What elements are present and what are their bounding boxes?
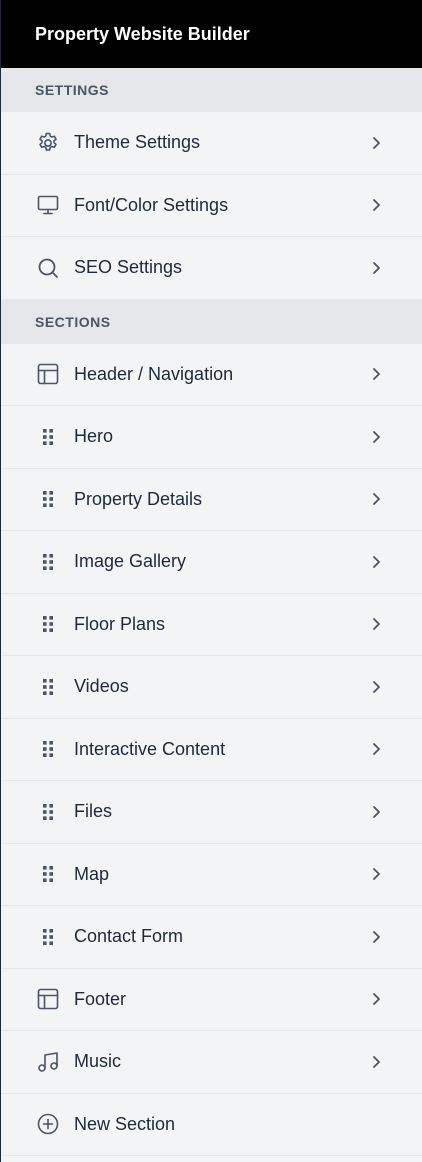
monitor-icon: [35, 192, 61, 218]
drag-handle-icon[interactable]: [35, 424, 61, 450]
menu-item-floor-plans[interactable]: Floor Plans: [1, 593, 422, 656]
gear-icon: [35, 130, 61, 156]
menu-item-music[interactable]: Music: [1, 1031, 422, 1094]
chevron-right-icon: [368, 366, 384, 382]
menu-item-theme-settings[interactable]: Theme Settings: [1, 112, 422, 175]
chevron-right-icon: [368, 804, 384, 820]
menu-item-contact-form[interactable]: Contact Form: [1, 906, 422, 969]
layout-icon: [35, 361, 61, 387]
new-section-label: New Section: [74, 1113, 176, 1134]
chevron-right-icon: [368, 991, 384, 1007]
chevron-right-icon: [368, 260, 384, 276]
menu-item-label: Map: [74, 863, 110, 884]
chevron-right-icon: [368, 679, 384, 695]
settings-section-header: SETTINGS: [1, 68, 422, 112]
chevron-right-icon: [368, 197, 384, 213]
menu-item-label: Floor Plans: [74, 613, 166, 634]
music-icon: [35, 1049, 61, 1075]
menu-item-videos[interactable]: Videos: [1, 656, 422, 719]
drag-handle-icon[interactable]: [35, 924, 61, 950]
chevron-right-icon: [368, 491, 384, 507]
chevron-right-icon: [368, 135, 384, 151]
chevron-right-icon: [368, 866, 384, 882]
drag-handle-icon[interactable]: [35, 799, 61, 825]
builder-sidebar: Property Website Builder SETTINGS Theme …: [0, 0, 422, 1162]
new-section-button[interactable]: New Section: [1, 1093, 422, 1156]
drag-handle-icon[interactable]: [35, 736, 61, 762]
menu-item-label: Videos: [74, 676, 129, 697]
chevron-right-icon: [368, 1054, 384, 1070]
menu-item-label: Hero: [74, 426, 114, 447]
drag-handle-icon[interactable]: [35, 549, 61, 575]
menu-item-property-details[interactable]: Property Details: [1, 468, 422, 531]
chevron-right-icon: [368, 429, 384, 445]
menu-item-interactive-content[interactable]: Interactive Content: [1, 718, 422, 781]
drag-handle-icon[interactable]: [35, 486, 61, 512]
menu-item-label: Interactive Content: [74, 738, 226, 759]
menu-item-font-color-settings[interactable]: Font/Color Settings: [1, 174, 422, 237]
search-icon: [35, 255, 61, 281]
chevron-right-icon: [368, 929, 384, 945]
menu-item-label: Contact Form: [74, 926, 184, 947]
menu-item-map[interactable]: Map: [1, 843, 422, 906]
menu-item-label: Image Gallery: [74, 551, 187, 572]
layout-icon: [35, 986, 61, 1012]
chevron-right-icon: [368, 554, 384, 570]
chevron-right-icon: [368, 616, 384, 632]
menu-item-label: Footer: [74, 988, 127, 1009]
menu-item-label: SEO Settings: [74, 257, 183, 278]
plus-circle-icon: [35, 1111, 61, 1137]
menu-item-label: Property Details: [74, 488, 203, 509]
menu-item-hero[interactable]: Hero: [1, 406, 422, 469]
menu-item-header-navigation[interactable]: Header / Navigation: [1, 343, 422, 406]
drag-handle-icon[interactable]: [35, 611, 61, 637]
chevron-right-icon: [368, 741, 384, 757]
menu-item-footer[interactable]: Footer: [1, 968, 422, 1031]
menu-item-label: Font/Color Settings: [74, 194, 229, 215]
menu-item-files[interactable]: Files: [1, 781, 422, 844]
drag-handle-icon[interactable]: [35, 861, 61, 887]
menu-item-label: Header / Navigation: [74, 363, 234, 384]
menu-item-seo-settings[interactable]: SEO Settings: [1, 237, 422, 300]
app-title: Property Website Builder: [1, 0, 422, 68]
drag-handle-icon[interactable]: [35, 674, 61, 700]
menu-item-label: Music: [74, 1051, 122, 1072]
menu-item-label: Theme Settings: [74, 132, 201, 153]
menu-item-image-gallery[interactable]: Image Gallery: [1, 531, 422, 594]
sections-section-header: SECTIONS: [1, 299, 422, 344]
menu-item-label: Files: [74, 801, 113, 822]
